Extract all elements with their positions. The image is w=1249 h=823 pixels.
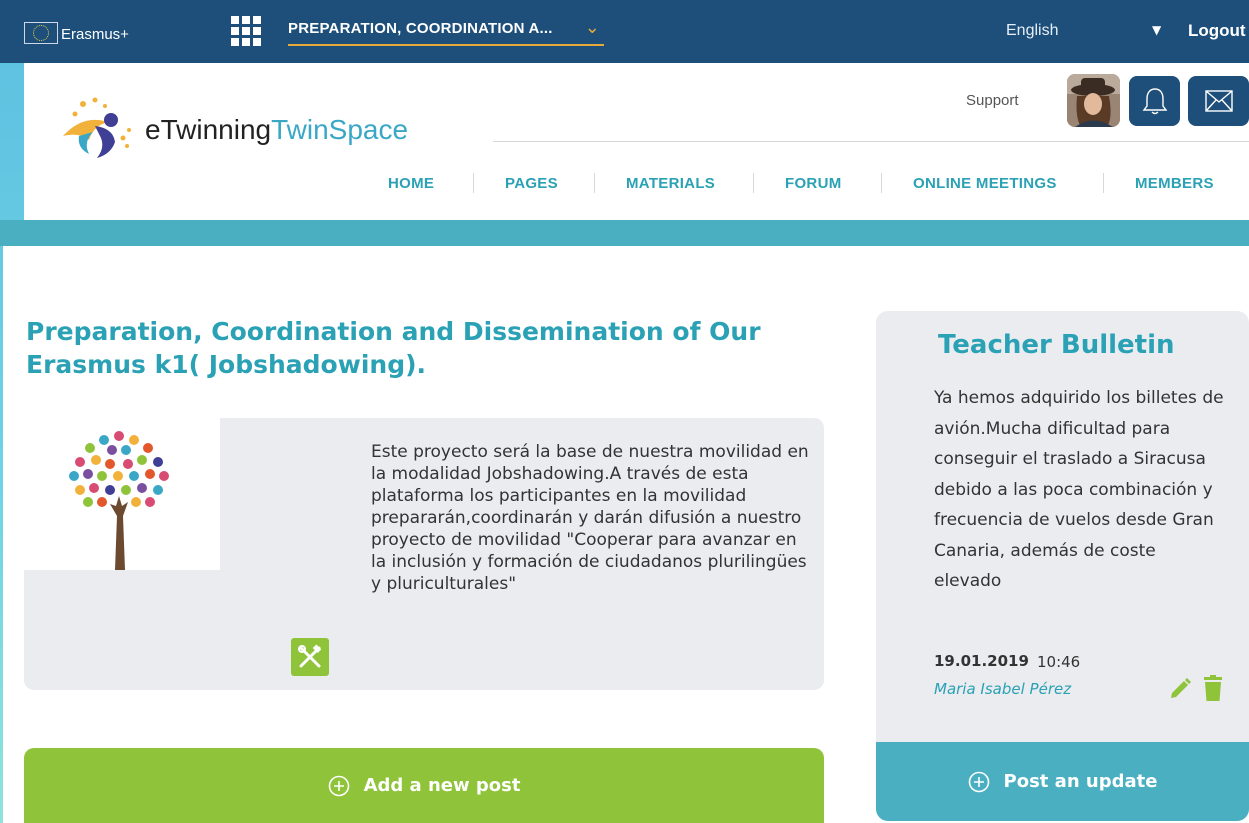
nav-divider: [473, 173, 474, 193]
language-select[interactable]: English: [1006, 22, 1058, 40]
nav-divider: [594, 173, 595, 193]
bulletin-date: 19.01.2019: [934, 652, 1029, 670]
chevron-down-icon: ⌄: [584, 17, 600, 37]
plus-circle-icon: [968, 771, 989, 792]
post-update-label: Post an update: [1003, 771, 1158, 792]
project-settings-button[interactable]: [291, 638, 329, 676]
bulletin-author[interactable]: Maria Isabel Pérez: [934, 680, 1071, 698]
trash-icon[interactable]: [1203, 675, 1223, 701]
messages-button[interactable]: [1188, 76, 1249, 126]
etwinning-logo[interactable]: eTwinningTwinSpace: [53, 92, 473, 162]
plus-circle-icon: [328, 775, 349, 796]
erasmus-brand: Erasmus+: [61, 26, 129, 43]
logout-link[interactable]: Logout: [1188, 21, 1246, 41]
nav-online-meetings[interactable]: ONLINE MEETINGS: [913, 175, 1057, 192]
nav-divider: [753, 173, 754, 193]
header-divider: [493, 141, 1249, 142]
apps-grid-icon[interactable]: [231, 16, 261, 46]
tools-icon: [298, 644, 322, 668]
pencil-icon[interactable]: [1168, 677, 1192, 701]
puzzle-tree-image: [24, 418, 220, 570]
support-link[interactable]: Support: [966, 92, 1019, 109]
user-avatar[interactable]: [1067, 74, 1120, 127]
main-nav: HOME PAGES MATERIALS FORUM ONLINE MEETIN…: [0, 173, 1249, 193]
eu-flag-icon: [24, 22, 58, 44]
project-image: [24, 418, 220, 570]
logo-text-etwinning: eTwinning: [145, 114, 272, 145]
add-post-label: Add a new post: [363, 775, 521, 796]
project-selector[interactable]: PREPARATION, COORDINATION A... ⌄: [288, 17, 604, 46]
nav-forum[interactable]: FORUM: [785, 175, 842, 192]
etwinning-logo-icon: [63, 97, 131, 158]
bulletin-title: Teacher Bulletin: [938, 330, 1175, 360]
nav-divider: [1103, 173, 1104, 193]
notifications-button[interactable]: [1129, 76, 1180, 126]
nav-divider: [881, 173, 882, 193]
avatar-photo: [1067, 74, 1120, 127]
top-bar: Erasmus+ PREPARATION, COORDINATION A... …: [0, 0, 1249, 63]
logo-text-twinspace: TwinSpace: [271, 114, 409, 145]
project-selector-label: PREPARATION, COORDINATION A...: [288, 20, 553, 37]
post-update-button[interactable]: Post an update: [876, 742, 1249, 821]
nav-home[interactable]: HOME: [388, 175, 434, 192]
add-post-button[interactable]: Add a new post: [24, 748, 824, 823]
caret-down-icon[interactable]: ▼: [1152, 23, 1161, 37]
project-description: Este proyecto será la base de nuestra mo…: [371, 442, 809, 594]
page-title: Preparation, Coordination and Disseminat…: [26, 317, 761, 379]
envelope-icon: [1204, 90, 1233, 112]
bulletin-time: 10:46: [1037, 653, 1081, 671]
bell-icon: [1142, 88, 1167, 115]
bulletin-message: Ya hemos adquirido los billetes de avión…: [934, 388, 1224, 591]
nav-materials[interactable]: MATERIALS: [626, 175, 715, 192]
nav-members[interactable]: MEMBERS: [1135, 175, 1214, 192]
header-band: [0, 220, 1249, 246]
nav-pages[interactable]: PAGES: [505, 175, 558, 192]
